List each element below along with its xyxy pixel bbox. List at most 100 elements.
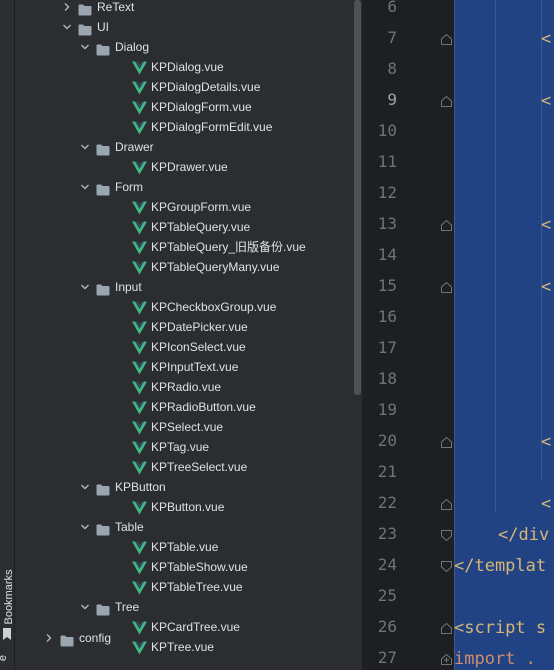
fold-marker-icon[interactable] <box>441 654 452 665</box>
tree-file-row[interactable]: KPDialogDetails.vue <box>15 77 353 97</box>
tree-file-row[interactable]: KPSelect.vue <box>15 417 353 437</box>
line-number: 26 <box>377 617 397 636</box>
tool-window-tab-label[interactable]: e <box>0 655 9 661</box>
code-editor[interactable]: < < < < < < </div </templat <script s import . <box>454 0 554 670</box>
tree-file-row[interactable]: KPCheckboxGroup.vue <box>15 297 353 317</box>
tree-file-row[interactable]: KPTableQuery.vue <box>15 217 353 237</box>
scrollbar-thumb[interactable] <box>354 0 361 395</box>
line-number: 8 <box>387 59 397 78</box>
chevron-down-icon[interactable] <box>79 137 91 157</box>
tree-folder-row[interactable]: Dialog <box>15 37 353 57</box>
tree-item-label: KPTable.vue <box>151 540 219 554</box>
fold-marker-icon[interactable] <box>441 623 452 634</box>
tree-item-label: KPTableQuery_旧版备份.vue <box>151 240 306 254</box>
vue-file-icon <box>132 60 147 75</box>
code-line[interactable]: < <box>541 29 551 49</box>
chevron-right-icon[interactable] <box>43 628 55 648</box>
tree-item-label: KPInputText.vue <box>151 360 239 374</box>
tree-file-row[interactable]: KPDialog.vue <box>15 57 353 77</box>
tree-file-row[interactable]: KPIconSelect.vue <box>15 337 353 357</box>
project-tree[interactable]: ReText UI Dialog KPDialog.vue KPDialogDetail… <box>15 0 353 670</box>
folder-icon <box>96 601 110 616</box>
tree-file-row[interactable]: KPTable.vue <box>15 537 353 557</box>
tree-folder-row[interactable]: Input <box>15 277 353 297</box>
tree-file-row[interactable]: KPTreeSelect.vue <box>15 457 353 477</box>
bookmark-icon[interactable] <box>2 627 12 641</box>
folder-icon <box>96 141 110 156</box>
chevron-right-icon[interactable] <box>61 0 73 17</box>
tree-file-row[interactable]: KPDrawer.vue <box>15 157 353 177</box>
tree-folder-row[interactable]: Table <box>15 517 353 537</box>
code-line[interactable]: < <box>541 91 551 111</box>
tree-file-row[interactable]: KPRadio.vue <box>15 377 353 397</box>
fold-marker-icon[interactable] <box>441 34 452 45</box>
tree-file-row[interactable]: KPRadioButton.vue <box>15 397 353 417</box>
tree-file-row[interactable]: KPTableQueryMany.vue <box>15 257 353 277</box>
tree-file-row[interactable]: KPInputText.vue <box>15 357 353 377</box>
code-line[interactable]: < <box>541 494 551 514</box>
folder-icon <box>78 21 92 36</box>
line-number: 22 <box>377 493 397 512</box>
tree-folder-row[interactable]: KPButton <box>15 477 353 497</box>
tree-folder-row[interactable]: UI <box>15 17 353 37</box>
line-number: 14 <box>377 245 397 264</box>
tree-file-row[interactable]: KPDatePicker.vue <box>15 317 353 337</box>
tree-folder-row[interactable]: Drawer <box>15 137 353 157</box>
tree-file-row[interactable]: KPTableQuery_旧版备份.vue <box>15 237 353 257</box>
bookmarks-tab-label[interactable]: Bookmarks <box>2 569 16 625</box>
fold-marker-icon[interactable] <box>441 530 452 541</box>
code-line[interactable]: <script s <box>454 618 546 638</box>
line-number: 18 <box>377 369 397 388</box>
tree-item-label: KPDialogForm.vue <box>151 100 252 114</box>
tree-file-row[interactable]: KPDialogForm.vue <box>15 97 353 117</box>
tree-item-label: KPDialog.vue <box>151 60 224 74</box>
tree-file-row[interactable]: KPDialogFormEdit.vue <box>15 117 353 137</box>
code-line[interactable]: </div <box>498 525 549 545</box>
tree-file-row[interactable]: KPTableTree.vue <box>15 577 353 597</box>
chevron-down-icon[interactable] <box>79 277 91 297</box>
tree-item-label: KPSelect.vue <box>151 420 224 434</box>
folder-icon <box>78 1 92 16</box>
fold-marker-icon[interactable] <box>441 437 452 448</box>
tree-item-label: UI <box>97 20 109 34</box>
chevron-down-icon[interactable] <box>79 477 91 497</box>
tree-item-label: KPRadioButton.vue <box>151 400 256 414</box>
vue-file-icon <box>132 460 147 475</box>
code-line[interactable]: < <box>541 432 551 452</box>
code-line[interactable]: < <box>541 215 551 235</box>
tree-folder-row[interactable]: Form <box>15 177 353 197</box>
line-number: 20 <box>377 431 397 450</box>
indent-guide <box>541 0 542 480</box>
vue-file-icon <box>132 540 147 555</box>
line-number: 24 <box>377 555 397 574</box>
folder-icon <box>96 281 110 296</box>
tree-file-row[interactable]: KPGroupForm.vue <box>15 197 353 217</box>
tree-item-label: KPIconSelect.vue <box>151 340 246 354</box>
tree-item-label: KPDialogDetails.vue <box>151 80 261 94</box>
tree-file-row[interactable]: KPTag.vue <box>15 437 353 457</box>
tree-folder-row[interactable]: config <box>15 628 353 648</box>
code-line[interactable]: import . <box>454 649 536 669</box>
fold-marker-icon[interactable] <box>441 561 452 572</box>
fold-marker-icon[interactable] <box>441 96 452 107</box>
chevron-down-icon[interactable] <box>79 597 91 617</box>
tree-folder-row[interactable]: Tree <box>15 597 353 617</box>
vue-file-icon <box>132 160 147 175</box>
fold-marker-icon[interactable] <box>441 499 452 510</box>
tree-folder-row[interactable]: ReText <box>15 0 353 17</box>
code-line[interactable]: < <box>541 277 551 297</box>
fold-marker-icon[interactable] <box>441 282 452 293</box>
tree-item-label: KPDialogFormEdit.vue <box>151 120 273 134</box>
tree-file-row[interactable]: KPButton.vue <box>15 497 353 517</box>
folder-icon <box>96 481 110 496</box>
chevron-down-icon[interactable] <box>79 517 91 537</box>
code-line[interactable]: </templat <box>454 556 546 576</box>
chevron-down-icon[interactable] <box>79 37 91 57</box>
line-number: 27 <box>377 648 397 667</box>
fold-marker-icon[interactable] <box>441 220 452 231</box>
vue-file-icon <box>132 240 147 255</box>
vue-file-icon <box>132 80 147 95</box>
chevron-down-icon[interactable] <box>61 17 73 37</box>
chevron-down-icon[interactable] <box>79 177 91 197</box>
tree-file-row[interactable]: KPTableShow.vue <box>15 557 353 577</box>
